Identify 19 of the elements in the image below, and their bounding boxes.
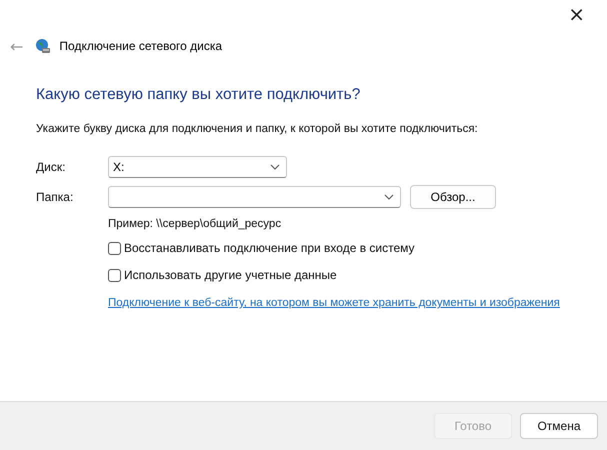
drive-label: Диск: xyxy=(36,160,66,174)
window-title: Подключение сетевого диска xyxy=(59,39,222,53)
checkbox-label: Восстанавливать подключение при входе в систему xyxy=(124,241,415,255)
instruction-text: Укажите букву диска для подключения и папку, к которой вы хотите подключиться: xyxy=(36,123,479,135)
chevron-icon xyxy=(270,164,280,170)
checkbox[interactable] xyxy=(108,268,121,282)
checkbox-label: Использовать другие учетные данные xyxy=(124,268,337,282)
cancel-button[interactable]: Отмена xyxy=(520,413,598,439)
folder-dropdown[interactable] xyxy=(108,186,401,208)
folder-label: Папка: xyxy=(36,190,74,204)
example-text: Пример: \\сервер\общий_ресурс xyxy=(108,218,282,230)
network-drive-icon xyxy=(35,38,52,54)
browse-button[interactable]: Обзор... xyxy=(410,185,496,209)
page-heading: Какую сетевую папку вы хотите подключить? xyxy=(36,86,362,104)
chevron-icon xyxy=(384,194,394,200)
checkbox[interactable] xyxy=(108,242,121,254)
close-button[interactable]: × xyxy=(564,2,589,26)
website-link[interactable]: Подключение к веб-сайту, на котором вы можете хранить документы и изображения xyxy=(108,297,607,309)
drive-dropdown[interactable]: X: xyxy=(108,156,287,178)
